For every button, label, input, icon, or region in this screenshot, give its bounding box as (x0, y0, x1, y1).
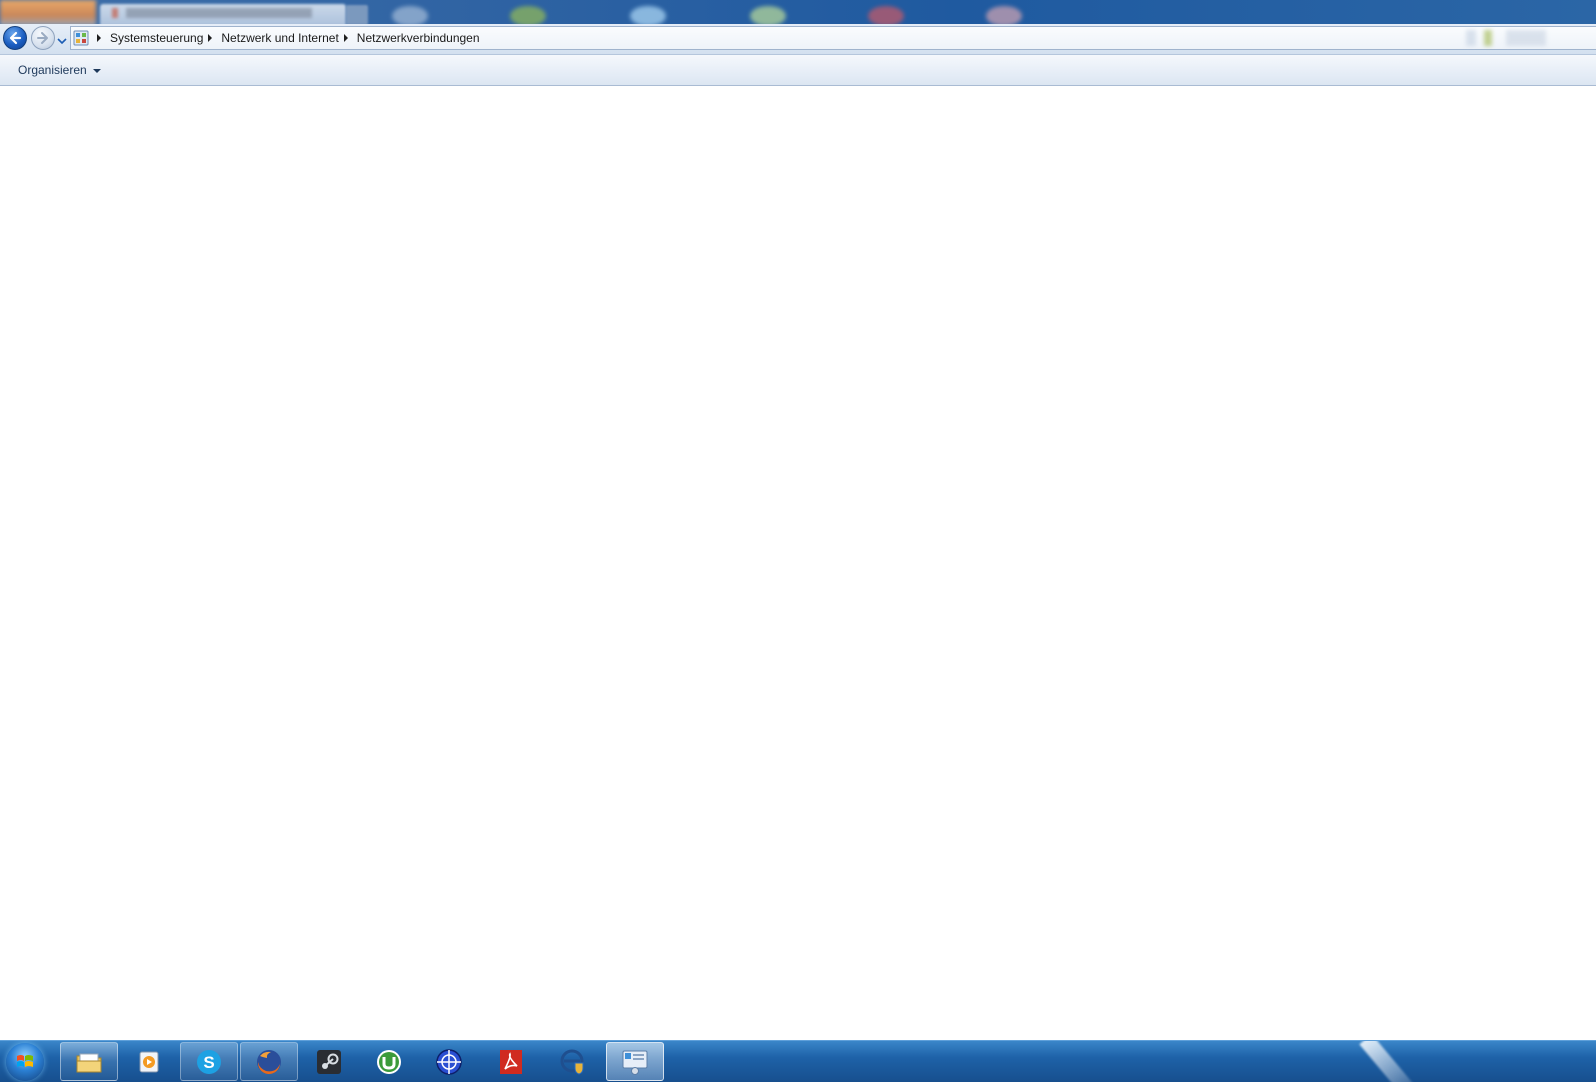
recent-pages-button[interactable] (57, 34, 67, 45)
taskbar-item-media-player[interactable] (120, 1042, 178, 1081)
aero-background-strip (0, 0, 1596, 26)
taskbar-item-utorrent[interactable] (360, 1042, 418, 1081)
control-panel-icon (73, 30, 89, 46)
network-connections-icon (622, 1050, 648, 1075)
taskbar-item-steam[interactable] (300, 1042, 358, 1081)
crosshair-app-icon (436, 1048, 462, 1075)
arrow-left-icon (9, 31, 22, 45)
chevron-down-icon (57, 38, 67, 45)
navigation-bar: Systemsteuerung Netzwerk und Internet Ne… (0, 24, 1596, 55)
background-icon-blur (510, 6, 546, 26)
background-icon-blur (392, 6, 428, 26)
command-bar: Organisieren (0, 55, 1596, 86)
taskbar-glare (1359, 1041, 1417, 1082)
taskbar: S (0, 1040, 1596, 1082)
caret-down-icon (92, 68, 101, 73)
background-icon-blur (868, 6, 904, 26)
steam-icon (317, 1049, 341, 1074)
arrow-right-icon (37, 32, 48, 44)
svg-text:S: S (203, 1053, 214, 1072)
address-bar[interactable]: Systemsteuerung Netzwerk und Internet Ne… (70, 26, 1596, 50)
breadcrumb: Systemsteuerung Netzwerk und Internet Ne… (93, 27, 481, 49)
forward-button[interactable] (31, 26, 55, 50)
taskbar-item-adobe-reader[interactable] (482, 1042, 540, 1081)
skype-icon: S (197, 1049, 221, 1074)
breadcrumb-item-netzwerkverbindungen[interactable]: Netzwerkverbindungen (356, 31, 481, 45)
organize-button[interactable]: Organisieren (12, 60, 107, 80)
background-window-blur (0, 0, 96, 26)
back-button[interactable] (3, 26, 27, 50)
organize-label: Organisieren (18, 63, 87, 77)
taskbar-item-internet-options[interactable] (544, 1042, 602, 1081)
start-button[interactable] (6, 1043, 44, 1081)
internet-options-icon (560, 1049, 584, 1075)
firefox-icon (257, 1049, 281, 1074)
breadcrumb-item-systemsteuerung[interactable]: Systemsteuerung (109, 31, 204, 45)
network-connections-list[interactable] (0, 86, 1596, 1040)
address-bar-tools-blur (1406, 30, 1546, 46)
breadcrumb-item-netzwerk-und-internet[interactable]: Netzwerk und Internet (220, 31, 339, 45)
utorrent-icon (377, 1049, 401, 1074)
adobe-reader-icon (500, 1049, 522, 1074)
taskbar-item-firefox[interactable] (240, 1042, 298, 1081)
breadcrumb-separator[interactable] (343, 34, 348, 42)
taskbar-item-crosshair-app[interactable] (420, 1042, 478, 1081)
breadcrumb-separator-root[interactable] (97, 34, 101, 42)
breadcrumb-separator[interactable] (208, 34, 213, 42)
windows-start-orb-icon (17, 1055, 33, 1067)
background-tab-title-blur (112, 8, 312, 18)
media-player-icon (139, 1051, 159, 1072)
background-icon-blur (986, 6, 1022, 26)
background-icon-blur (630, 6, 666, 26)
file-explorer-icon (76, 1053, 102, 1072)
taskbar-item-network-connections[interactable] (606, 1042, 664, 1081)
taskbar-item-skype[interactable]: S (180, 1042, 238, 1081)
background-icon-blur (750, 6, 786, 26)
taskbar-item-explorer[interactable] (60, 1042, 118, 1081)
background-tab-close-blur (346, 5, 368, 25)
